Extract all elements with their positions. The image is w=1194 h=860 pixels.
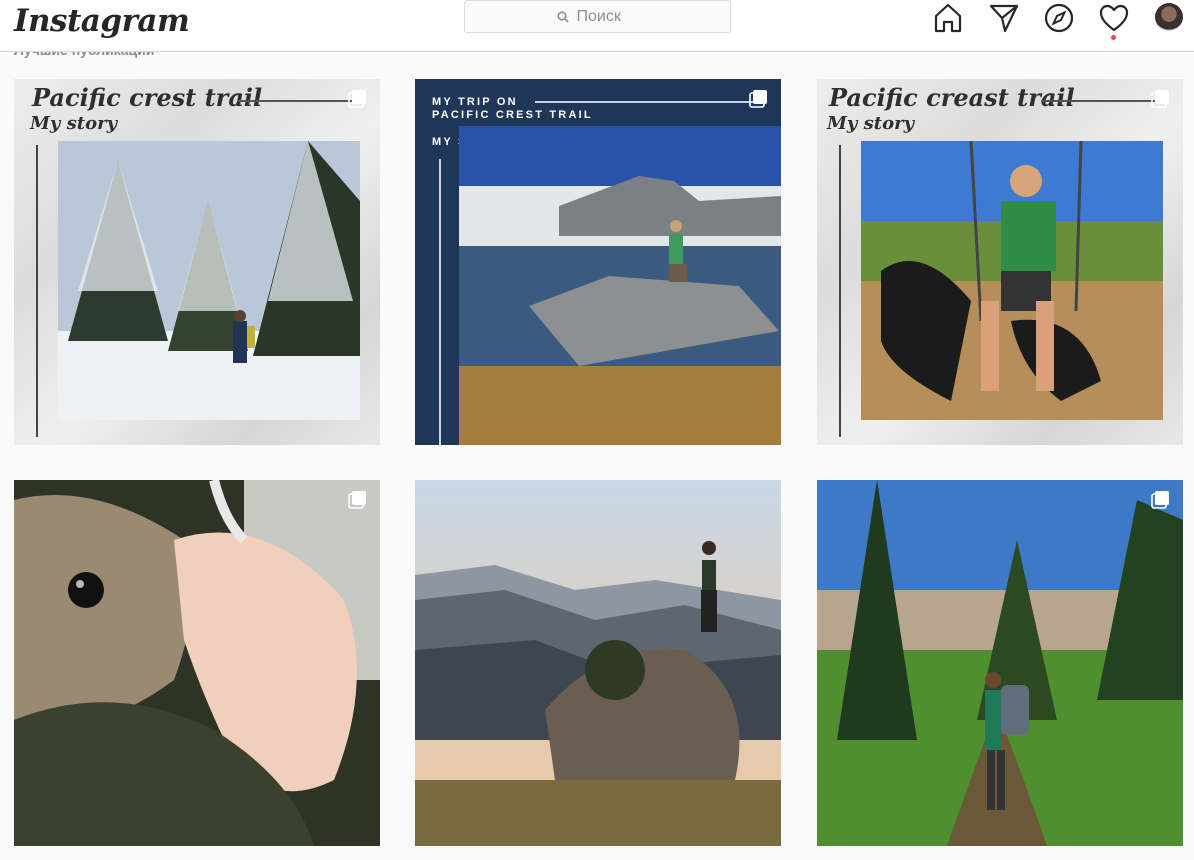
instagram-logo[interactable]: Instagram <box>14 1 190 41</box>
profile-avatar[interactable] <box>1155 3 1183 31</box>
notification-dot <box>1111 35 1116 40</box>
multiple-photos-icon <box>1151 90 1169 108</box>
home-icon[interactable] <box>932 2 964 34</box>
post-photo <box>415 480 781 846</box>
activity-heart-icon[interactable] <box>1098 2 1130 34</box>
post-subtitle: My story <box>827 113 915 134</box>
divider <box>36 145 38 437</box>
divider <box>439 159 441 445</box>
post-tile[interactable] <box>14 480 380 846</box>
post-title: Pacific crest trail <box>32 83 263 112</box>
post-tile[interactable] <box>415 480 781 846</box>
divider <box>238 100 360 102</box>
post-tile[interactable]: Pacific creast trail My story <box>817 79 1183 445</box>
post-title: Pacific creast trail <box>829 83 1075 112</box>
explore-icon[interactable] <box>1043 2 1075 34</box>
post-title: MY TRIP ON PACIFIC CREST TRAIL <box>432 96 593 121</box>
post-tile[interactable]: Pacific crest trail My story <box>14 79 380 445</box>
top-navigation-bar: Instagram <box>0 0 1194 52</box>
multiple-photos-icon <box>1151 491 1169 509</box>
post-subtitle: My story <box>30 113 118 134</box>
post-tile[interactable] <box>817 480 1183 846</box>
post-photo <box>58 141 360 420</box>
post-photo <box>817 480 1183 846</box>
search-icon <box>556 10 569 23</box>
post-photo <box>14 480 380 846</box>
direct-messages-icon[interactable] <box>988 2 1020 34</box>
divider <box>1041 100 1163 102</box>
multiple-photos-icon <box>749 90 767 108</box>
multiple-photos-icon <box>348 491 366 509</box>
divider <box>839 145 841 437</box>
post-photo <box>861 141 1163 420</box>
post-photo <box>459 126 781 445</box>
post-tile[interactable]: MY TRIP ON PACIFIC CREST TRAIL MY STORY <box>415 79 781 445</box>
divider <box>535 101 761 103</box>
search-box[interactable] <box>464 0 731 33</box>
search-input[interactable] <box>574 6 639 27</box>
multiple-photos-icon <box>348 90 366 108</box>
